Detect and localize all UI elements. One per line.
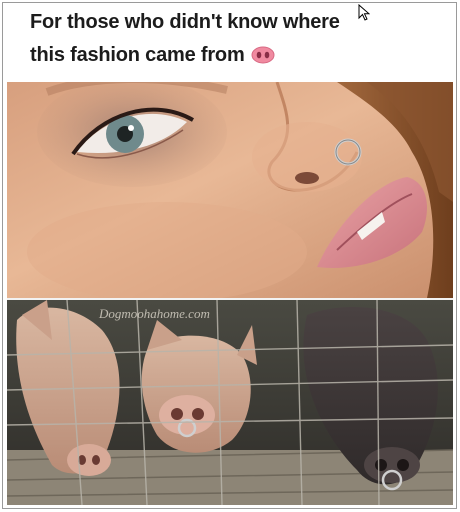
pig-nose-emoji-icon [251, 42, 275, 75]
pigs-photo: Dogmoohahome.com [7, 300, 453, 505]
caption-line-2-text: this fashion came from [30, 44, 245, 66]
face-photo [7, 82, 453, 298]
caption-line-2: this fashion came from [30, 39, 430, 75]
post-caption: For those who didn't know where this fas… [30, 6, 430, 75]
watermark-text: Dogmoohahome.com [98, 306, 210, 321]
mouse-cursor-icon [358, 3, 371, 27]
caption-line-1: For those who didn't know where [30, 11, 340, 33]
